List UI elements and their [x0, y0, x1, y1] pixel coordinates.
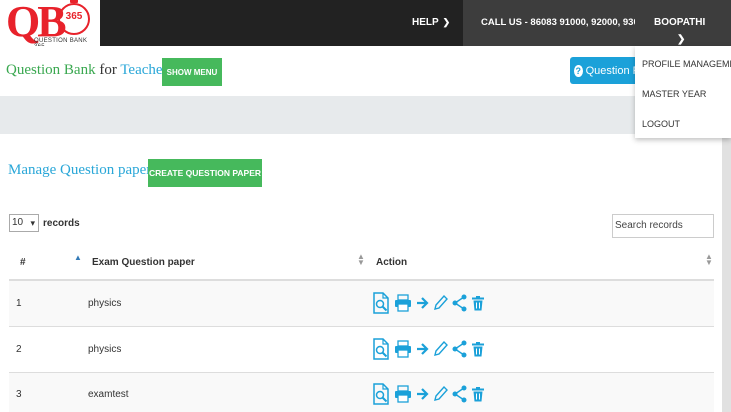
brand-part2: for [95, 62, 121, 78]
row-actions [372, 291, 484, 315]
share-icon[interactable] [452, 294, 468, 312]
pencil-icon[interactable] [434, 386, 448, 402]
arrow-right-icon[interactable] [416, 387, 430, 401]
question-paper-label: Question P [585, 64, 640, 77]
user-dropdown-menu: PROFILE MANAGEMENT MASTER YEAR LOGOUT [635, 46, 731, 138]
menu-item-logout[interactable]: LOGOUT [642, 119, 680, 129]
logo[interactable]: QB 365 QUESTION BANK 365 [0, 0, 100, 50]
show-menu-button[interactable]: SHOW MENU [162, 58, 222, 86]
pencil-icon[interactable] [434, 295, 448, 311]
print-icon[interactable] [394, 294, 412, 312]
column-header-number[interactable]: # [20, 257, 26, 268]
sort-icon[interactable]: ▲ ▼ [357, 253, 365, 267]
page-size-select[interactable]: 10 [9, 214, 39, 232]
row-actions [372, 337, 484, 361]
top-navbar: QB 365 QUESTION BANK 365 HELP❯ CALL US -… [0, 0, 731, 50]
help-circle-icon: ? [574, 64, 583, 77]
view-document-icon[interactable] [372, 292, 390, 314]
trash-icon[interactable] [472, 295, 484, 311]
page-scrollbar[interactable] [722, 134, 731, 412]
call-us-text: CALL US - 86083 91000, 92000, 93000 [481, 17, 650, 28]
column-header-action[interactable]: Action [376, 257, 407, 268]
logo-number: 365 [65, 11, 83, 22]
row-number: 3 [16, 389, 22, 400]
menu-item-profile-management[interactable]: PROFILE MANAGEMENT [642, 59, 731, 69]
view-document-icon[interactable] [372, 338, 390, 360]
row-number: 2 [16, 344, 22, 355]
page-title: Manage Question paper [8, 162, 152, 178]
row-actions [372, 382, 484, 406]
chevron-down-icon: ❯ [677, 34, 686, 45]
print-icon[interactable] [394, 340, 412, 358]
row-divider [9, 326, 714, 327]
call-us-item[interactable]: CALL US - 86083 91000, 92000, 93000 [463, 0, 649, 46]
column-header-exam-question-paper[interactable]: Exam Question paper [92, 257, 195, 268]
sort-asc-icon[interactable]: ▲ [74, 254, 82, 262]
view-document-icon[interactable] [372, 383, 390, 405]
menu-item-master-year[interactable]: MASTER YEAR [642, 89, 706, 99]
share-icon[interactable] [452, 385, 468, 403]
question-paper-button[interactable]: ? Question P [570, 57, 640, 84]
user-menu[interactable]: BOOPATHI ❯ [635, 0, 731, 46]
create-question-paper-button[interactable]: CREATE QUESTION PAPER [148, 159, 262, 187]
row-number: 1 [16, 298, 22, 309]
trash-icon[interactable] [472, 386, 484, 402]
search-input[interactable]: Search records [612, 214, 714, 238]
arrow-right-icon[interactable] [416, 342, 430, 356]
user-name: BOOPATHI [654, 17, 706, 28]
records-label: records [43, 218, 80, 229]
help-label: HELP [412, 17, 439, 28]
row-exam-name: physics [88, 298, 122, 309]
chevron-down-icon: ❯ [442, 17, 451, 27]
arrow-right-icon[interactable] [416, 296, 430, 310]
share-icon[interactable] [452, 340, 468, 358]
pencil-icon[interactable] [434, 341, 448, 357]
row-exam-name: examtest [88, 389, 129, 400]
print-icon[interactable] [394, 385, 412, 403]
trash-icon[interactable] [472, 341, 484, 357]
row-exam-name: physics [88, 344, 122, 355]
brand-title: Question Bank for Teachers [6, 62, 173, 79]
help-menu[interactable]: HELP ❯ [412, 17, 450, 28]
content-band [0, 96, 722, 134]
brand-part1: Question Bank [6, 62, 96, 78]
sort-icon[interactable]: ▲ ▼ [705, 253, 713, 267]
